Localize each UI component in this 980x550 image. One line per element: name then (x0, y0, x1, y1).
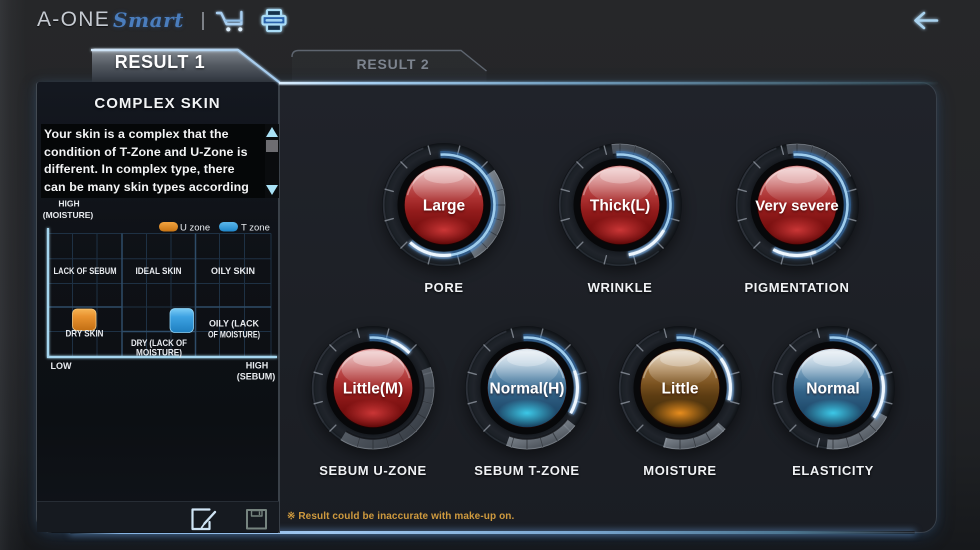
cell-dry-skin: DRY SKIN (66, 329, 104, 339)
legend-t-zone-swatch (219, 222, 238, 232)
skin-type-chart: HIGH(MOISTURE)U zoneT zoneLACK OF SEBUMI… (37, 197, 281, 384)
tab-result-1[interactable]: RESULT 1 (86, 52, 234, 73)
gauge-dial: Little (618, 326, 742, 450)
gauge-pigmentation[interactable]: Very severePIGMENTATION (735, 143, 859, 267)
description-box: Your skin is a complex that the conditio… (41, 124, 279, 198)
cell-ideal-skin: IDEAL SKIN (136, 266, 182, 276)
gauge-dial: Normal (771, 326, 895, 450)
brand-text: A-ONE (37, 8, 110, 32)
scroll-down-icon[interactable] (266, 185, 278, 195)
marker-t-zone (170, 309, 194, 333)
gauge-label: ELASTICITY (792, 463, 874, 478)
gauge-label: WRINKLE (588, 280, 653, 295)
gauge-moisture[interactable]: LittleMOISTURE (618, 326, 742, 450)
topbar: A-ONE Smart (0, 0, 980, 46)
cell-dry-lack: DRY (LACK OF (131, 338, 188, 348)
cell-dry-lack: MOISTURE) (136, 348, 182, 358)
gauge-label: SEBUM T-ZONE (474, 463, 579, 478)
printer-glyph (258, 7, 290, 35)
description-line: can be many skin types according (44, 179, 262, 197)
y-axis-high-label: HIGH (58, 199, 79, 209)
gauge-label: PIGMENTATION (745, 280, 850, 295)
tab-result-2[interactable]: RESULT 2 (303, 56, 483, 72)
x-axis-high-label: HIGH (246, 361, 269, 371)
gauge-value: Little (661, 381, 698, 398)
edit-document-glyph (189, 506, 217, 532)
footnote: ※ Result could be inaccurate with make-u… (287, 511, 514, 522)
shopping-cart-icon[interactable] (212, 8, 248, 41)
save-icon[interactable] (245, 508, 269, 536)
legend-u-zone-swatch (159, 222, 178, 232)
gauge-dial: Little(M) (311, 326, 435, 450)
save-floppy-glyph (245, 508, 269, 531)
scrollbar-thumb[interactable] (266, 140, 278, 152)
cell-oily-lack: OILY (LACK (209, 319, 260, 329)
brand-divider (202, 12, 204, 30)
scroll-up-icon[interactable] (266, 127, 278, 137)
gauge-value: Large (423, 198, 466, 215)
sidebar-bottombar (37, 501, 279, 532)
legend-u-zone-label: U zone (180, 223, 210, 234)
edit-document-icon[interactable] (189, 506, 217, 537)
gauge-dial: Thick(L) (558, 143, 682, 267)
back-arrow-glyph (905, 8, 943, 34)
sidebar: COMPLEX SKIN Your skin is a complex that… (36, 82, 280, 533)
description-line: condition of T-Zone and U-Zone is (44, 144, 262, 162)
gauge-pore[interactable]: LargePORE (382, 143, 506, 267)
gauge-dial: Very severe (735, 143, 859, 267)
y-axis-high-label: (MOISTURE) (43, 210, 94, 220)
cell-oily-lack: OF MOISTURE) (208, 330, 260, 340)
gauge-label: PORE (424, 280, 463, 295)
brand-script-text: Smart (113, 8, 184, 32)
back-arrow-icon[interactable] (905, 8, 943, 39)
gauge-sebum-t-zone[interactable]: Normal(H)SEBUM T-ZONE (465, 326, 589, 450)
x-axis-high-label: (SEBUM) (237, 372, 276, 382)
gauge-dial: Normal(H) (465, 326, 589, 450)
gauge-value: Thick(L) (590, 198, 650, 215)
gauge-elasticity[interactable]: NormalELASTICITY (771, 326, 895, 450)
brand-logo: A-ONE Smart (37, 7, 184, 33)
gauge-value: Normal(H) (490, 381, 565, 398)
description-line: different. In complex type, there (44, 161, 262, 179)
gauge-dial: Large (382, 143, 506, 267)
gauge-label: SEBUM U-ZONE (319, 463, 427, 478)
gauge-wrinkle[interactable]: Thick(L)WRINKLE (558, 143, 682, 267)
description-line: Your skin is a complex that the (44, 126, 262, 144)
marker-u-zone (73, 309, 97, 331)
cell-oily-skin: OILY SKIN (211, 266, 255, 276)
description-scrollbar[interactable] (265, 124, 279, 198)
x-axis-low-label: LOW (51, 361, 72, 371)
skin-type-title: COMPLEX SKIN (37, 95, 278, 112)
cell-lack-of-sebum: LACK OF SEBUM (54, 266, 117, 276)
description-text: Your skin is a complex that the conditio… (44, 126, 262, 196)
printer-icon[interactable] (258, 7, 290, 40)
gauge-label: MOISTURE (643, 463, 716, 478)
shopping-cart-glyph (212, 8, 248, 36)
gauge-value: Normal (806, 381, 859, 398)
gauge-sebum-u-zone[interactable]: Little(M)SEBUM U-ZONE (311, 326, 435, 450)
legend-t-zone-label: T zone (241, 223, 270, 234)
gauge-value: Very severe (755, 198, 838, 215)
gauge-value: Little(M) (343, 381, 403, 398)
